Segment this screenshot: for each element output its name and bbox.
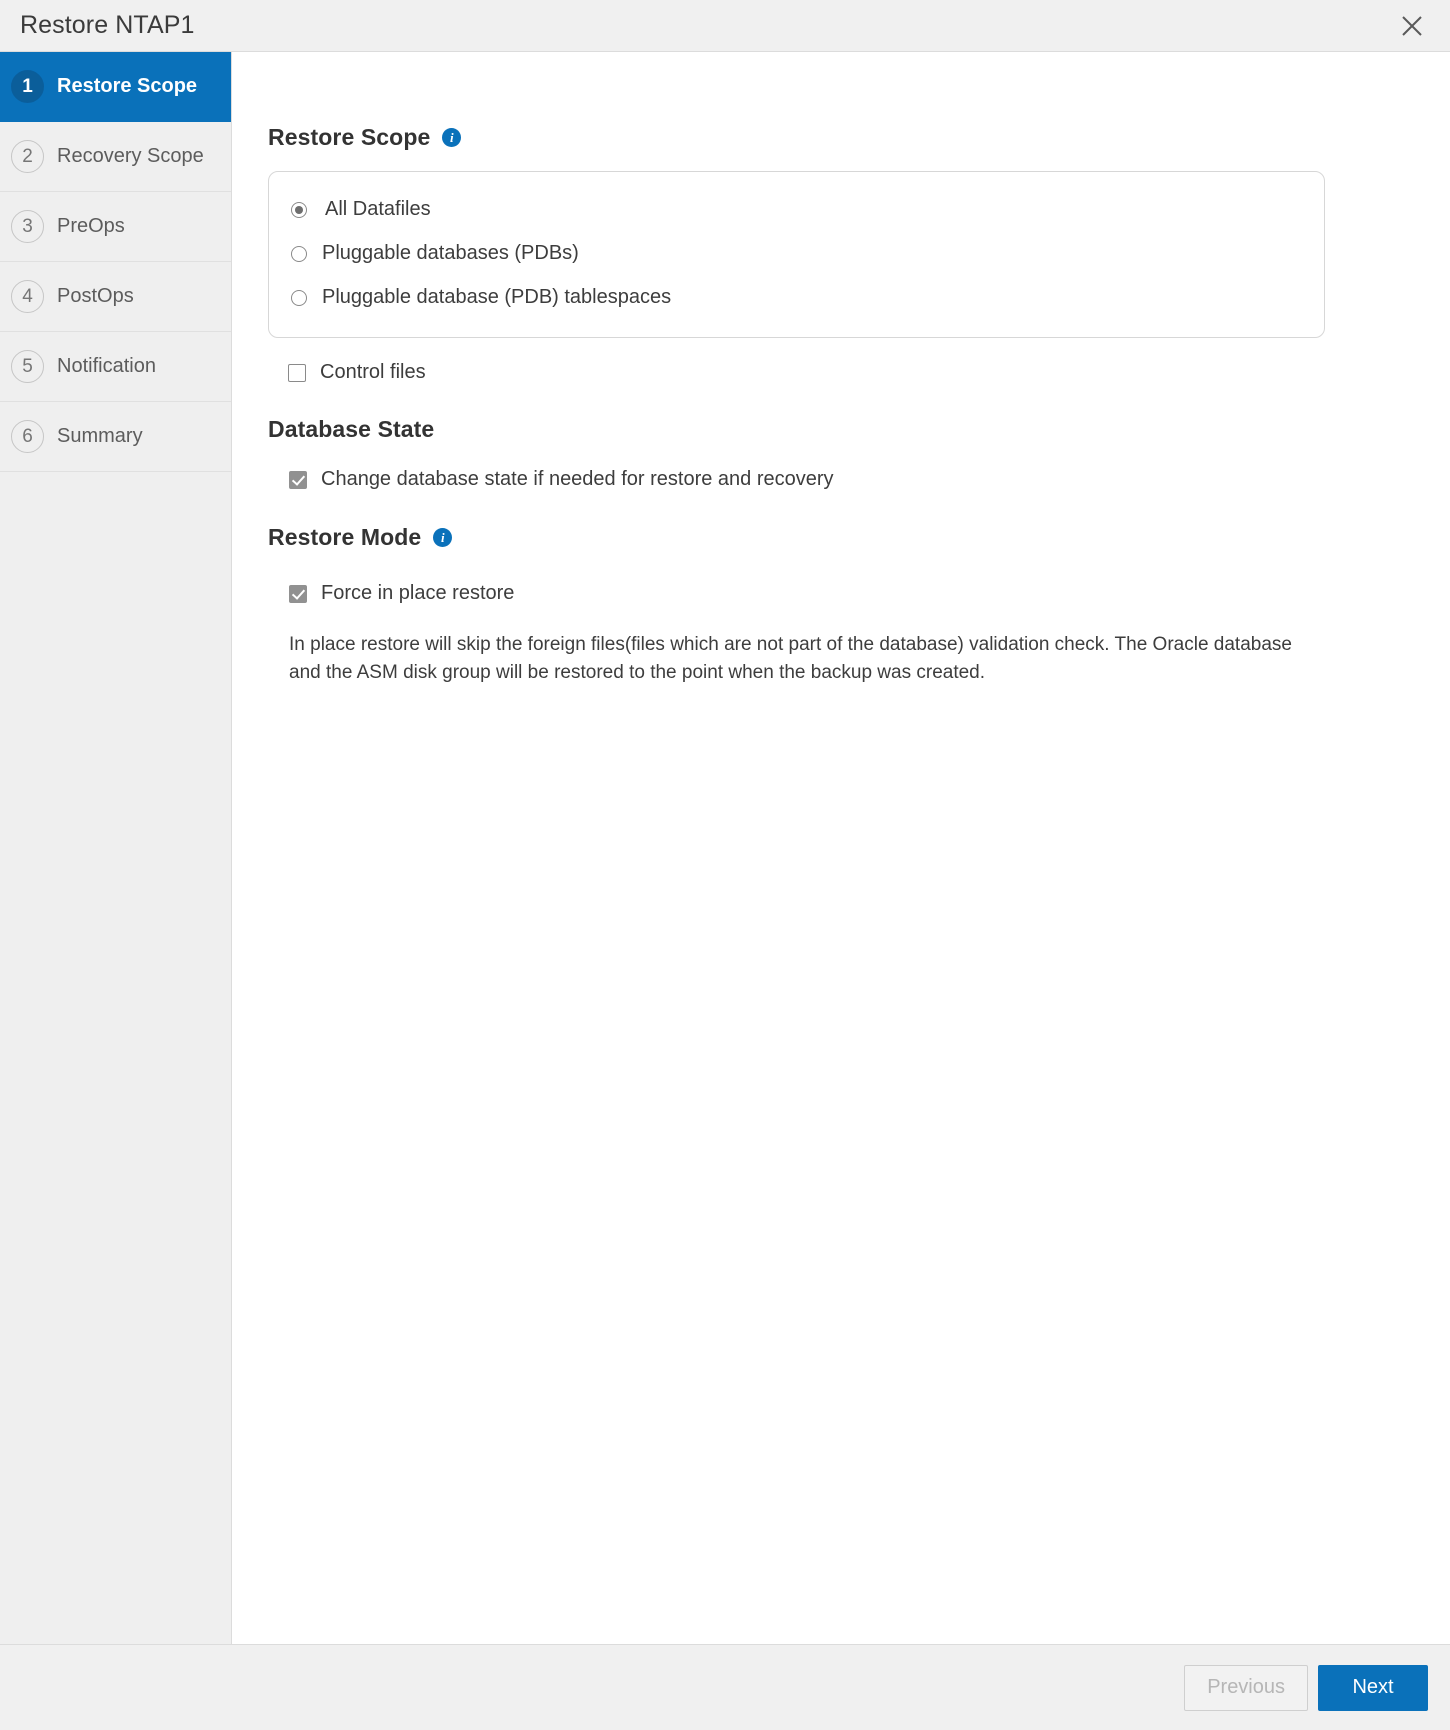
sidebar-filler — [0, 472, 231, 1644]
step-number: 3 — [11, 210, 44, 243]
radio-mark — [291, 289, 307, 306]
radio-mark — [291, 201, 307, 218]
info-icon[interactable]: i — [442, 128, 462, 147]
sidebar-step-summary[interactable]: 6 Summary — [0, 402, 231, 472]
dialog-body: 1 Restore Scope 2 Recovery Scope 3 PreOp… — [0, 52, 1450, 1644]
restore-scope-panel: Restore Scope i All Datafiles Pluggable … — [232, 52, 1450, 1644]
step-label: Notification — [57, 355, 156, 377]
radio-pluggable-databases[interactable]: Pluggable databases (PDBs) — [291, 234, 1302, 273]
checkbox-force-in-place-restore[interactable]: Force in place restore — [268, 582, 1420, 605]
step-number: 1 — [11, 70, 44, 103]
dialog-footer: Previous Next — [0, 1644, 1450, 1730]
sidebar-step-restore-scope[interactable]: 1 Restore Scope — [0, 52, 231, 122]
radio-pdb-tablespaces[interactable]: Pluggable database (PDB) tablespaces — [291, 278, 1302, 317]
restore-mode-description: In place restore will skip the foreign f… — [289, 634, 1292, 683]
close-icon — [1399, 13, 1425, 39]
checkbox-label: Force in place restore — [321, 582, 515, 604]
checkbox-label: Control files — [320, 361, 426, 383]
restore-wizard-dialog: Restore NTAP1 1 Restore Scope 2 Recovery… — [0, 0, 1450, 1730]
checkbox-change-database-state[interactable]: Change database state if needed for rest… — [268, 468, 1420, 491]
dialog-titlebar: Restore NTAP1 — [0, 0, 1450, 52]
sidebar-step-preops[interactable]: 3 PreOps — [0, 192, 231, 262]
step-label: PostOps — [57, 285, 134, 307]
checkbox-mark — [289, 584, 307, 603]
radio-mark — [291, 245, 307, 262]
step-label: Recovery Scope — [57, 145, 204, 167]
database-state-heading-row: Database State — [268, 416, 1420, 443]
checkbox-control-files[interactable]: Control files — [268, 361, 1420, 384]
next-button[interactable]: Next — [1318, 1664, 1428, 1711]
previous-button[interactable]: Previous — [1184, 1664, 1308, 1711]
radio-label: All Datafiles — [325, 198, 431, 220]
sidebar-step-postops[interactable]: 4 PostOps — [0, 262, 231, 332]
restore-scope-heading-row: Restore Scope i — [268, 124, 1420, 151]
step-label: Restore Scope — [57, 75, 198, 97]
restore-scope-heading: Restore Scope — [268, 124, 431, 150]
step-number: 2 — [11, 140, 44, 173]
radio-label: Pluggable database (PDB) tablespaces — [322, 286, 672, 308]
wizard-steps-sidebar: 1 Restore Scope 2 Recovery Scope 3 PreOp… — [0, 52, 232, 1644]
restore-mode-heading-row: Restore Mode i — [268, 524, 1420, 551]
sidebar-step-notification[interactable]: 5 Notification — [0, 332, 231, 402]
restore-scope-radio-group: All Datafiles Pluggable databases (PDBs)… — [268, 171, 1325, 338]
step-number: 6 — [11, 420, 44, 453]
step-number: 5 — [11, 350, 44, 383]
sidebar-step-recovery-scope[interactable]: 2 Recovery Scope — [0, 122, 231, 192]
step-label: PreOps — [57, 215, 125, 237]
dialog-title: Restore NTAP1 — [20, 11, 195, 39]
checkbox-mark — [288, 363, 306, 382]
restore-mode-heading: Restore Mode — [268, 524, 422, 550]
info-icon[interactable]: i — [433, 528, 453, 547]
step-number: 4 — [11, 280, 44, 313]
checkbox-label: Change database state if needed for rest… — [321, 468, 834, 490]
radio-all-datafiles[interactable]: All Datafiles — [291, 190, 1302, 229]
radio-label: Pluggable databases (PDBs) — [322, 242, 579, 264]
step-label: Summary — [57, 425, 143, 447]
database-state-heading: Database State — [268, 416, 435, 442]
close-button[interactable] — [1392, 6, 1432, 46]
checkbox-mark — [289, 470, 307, 489]
